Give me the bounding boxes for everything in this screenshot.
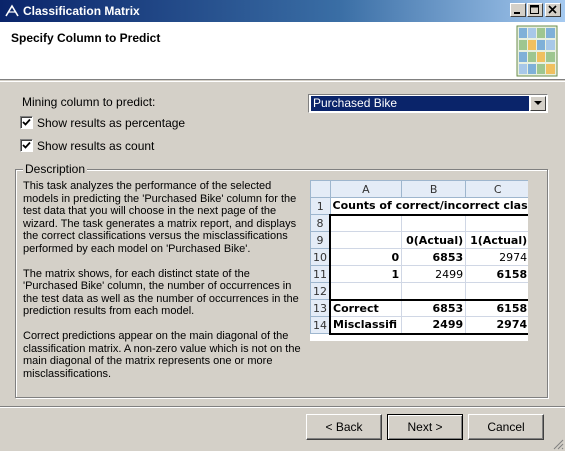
- sheet-cell: Misclassifi: [329, 316, 403, 335]
- sheet-cell: [329, 282, 403, 301]
- mining-column-label: Mining column to predict:: [22, 95, 156, 109]
- description-paragraph: This task analyzes the performance of th…: [23, 180, 297, 255]
- row-header: 14: [310, 316, 331, 334]
- sheet-cell: 0(Actual): [401, 231, 467, 249]
- sheet-title-cell: Counts of correct/incorrect clas: [329, 197, 528, 215]
- matrix-preview-image: A B C 1 Counts of correct/incorrect clas…: [310, 180, 528, 341]
- row-header: 12: [310, 282, 331, 300]
- checkmark-icon: [22, 141, 31, 149]
- dropdown-button[interactable]: [530, 96, 546, 111]
- minimize-button[interactable]: [510, 3, 526, 17]
- sheet-cell: 6158: [465, 299, 528, 317]
- minimize-icon: [514, 12, 520, 14]
- sheet-cell: [401, 282, 467, 301]
- sheet-cell: 2499: [401, 316, 467, 335]
- description-paragraph: The matrix shows, for each distinct stat…: [23, 267, 299, 318]
- row-header: 9: [310, 231, 331, 249]
- preview-table: A B C 1 Counts of correct/incorrect clas…: [310, 180, 528, 335]
- checkmark-icon: [22, 118, 31, 126]
- close-button[interactable]: [545, 3, 561, 17]
- show-percentage-label[interactable]: Show results as percentage: [37, 116, 185, 130]
- chevron-down-icon: [534, 101, 542, 105]
- resize-grip-icon[interactable]: [552, 438, 564, 450]
- window-title: Classification Matrix: [23, 4, 140, 18]
- footer-divider-highlight: [0, 407, 565, 408]
- sheet-cell: [401, 213, 467, 232]
- sheet-cell: [465, 213, 528, 232]
- sheet-cell: 6853: [401, 248, 467, 266]
- sheet-corner: [310, 180, 331, 198]
- row-header: 11: [310, 265, 331, 283]
- close-icon: [548, 5, 557, 14]
- mining-column-value[interactable]: Purchased Bike: [311, 96, 529, 111]
- column-header: C: [465, 180, 528, 198]
- sheet-cell: 2974: [465, 316, 528, 335]
- sheet-cell: [329, 213, 403, 232]
- back-button[interactable]: < Back: [306, 414, 382, 440]
- sheet-cell: Correct: [329, 299, 403, 317]
- mining-column-select[interactable]: Purchased Bike: [308, 94, 548, 113]
- classification-icon: [5, 4, 19, 17]
- sheet-cell: 6158: [465, 265, 528, 283]
- cancel-button[interactable]: Cancel: [468, 414, 544, 440]
- sheet-cell: 0: [329, 248, 403, 266]
- wizard-header: Specify Column to Predict: [0, 22, 565, 80]
- row-header: 13: [310, 299, 331, 317]
- row-header: 10: [310, 248, 331, 266]
- sheet-cell: 6853: [401, 299, 467, 317]
- column-header: A: [329, 180, 403, 198]
- show-count-checkbox[interactable]: [20, 139, 33, 152]
- sheet-cell: [465, 282, 528, 301]
- show-percentage-checkbox[interactable]: [20, 116, 33, 129]
- row-header: 1: [310, 197, 331, 215]
- description-paragraph: Correct predictions appear on the main d…: [23, 330, 301, 380]
- matrix-grid-icon: [516, 25, 558, 77]
- header-divider: [0, 81, 565, 82]
- sheet-cell: 2499: [401, 265, 467, 283]
- maximize-icon: [530, 5, 539, 14]
- description-legend: Description: [23, 162, 88, 176]
- title-bar[interactable]: Classification Matrix: [0, 0, 565, 22]
- row-header: 8: [310, 214, 331, 232]
- show-count-label[interactable]: Show results as count: [37, 139, 154, 153]
- maximize-button[interactable]: [527, 3, 543, 17]
- sheet-cell: [329, 231, 403, 249]
- page-title: Specify Column to Predict: [11, 31, 161, 45]
- description-text: This task analyzes the performance of th…: [23, 180, 303, 393]
- sheet-cell: 1: [329, 265, 403, 283]
- next-button[interactable]: Next >: [387, 414, 463, 440]
- column-header: B: [401, 180, 467, 198]
- sheet-cell: 2974: [465, 248, 528, 266]
- sheet-cell: 1(Actual): [465, 231, 528, 249]
